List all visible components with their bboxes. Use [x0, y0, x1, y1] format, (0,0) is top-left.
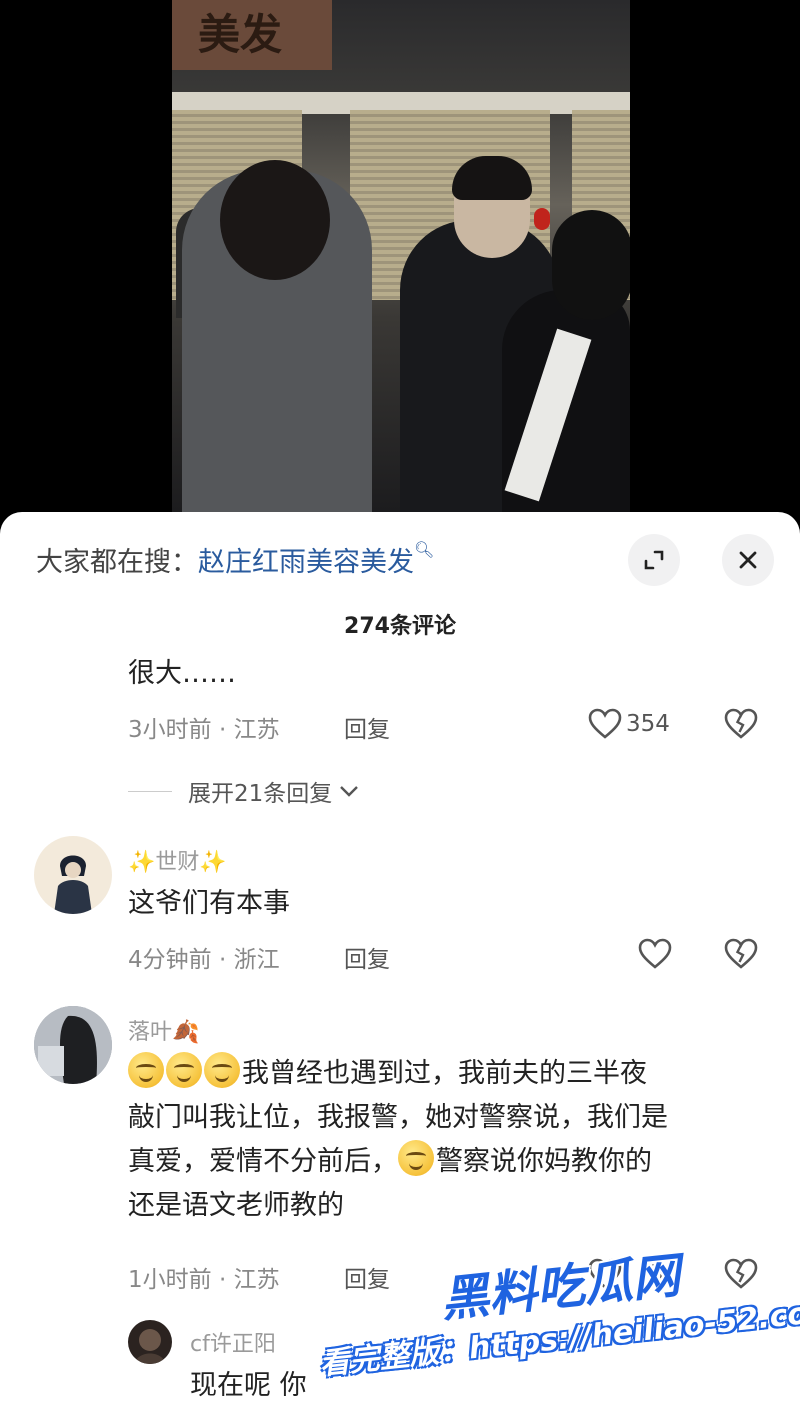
video-frame: 美发	[172, 0, 630, 512]
close-button[interactable]	[722, 534, 774, 586]
username[interactable]: cf许正阳	[190, 1326, 276, 1358]
expand-icon	[644, 550, 664, 570]
reply-button[interactable]: 回复	[344, 1260, 390, 1294]
close-icon	[739, 551, 757, 569]
fullscreen-button[interactable]	[628, 534, 680, 586]
chevron-down-icon	[340, 786, 359, 797]
woman-hair	[220, 160, 330, 280]
search-icon: 🔍︎	[414, 540, 435, 559]
comment-line: 我曾经也遇到过，我前夫的三半夜	[128, 1052, 778, 1096]
heart-icon	[588, 708, 622, 739]
search-prefix: 大家都在搜：	[36, 547, 198, 578]
comment-meta: 4分钟前 · 浙江	[128, 947, 280, 973]
comment-meta: 3小时前 · 江苏	[128, 717, 280, 743]
comment-text: 我曾经也遇到过，我前夫的三半夜 敲门叫我让位，我报警，她对警察说，我们是 真爱，…	[128, 1052, 778, 1228]
comment-line: 真爱，爱情不分前后， 警察说你妈教你的	[128, 1140, 778, 1184]
comment-text: 很大……	[128, 658, 236, 689]
comment-location: 江苏	[233, 1267, 280, 1293]
username[interactable]: ✨世财✨	[128, 844, 227, 876]
divider-line	[128, 790, 172, 792]
lantern	[534, 208, 550, 230]
broken-heart-icon	[724, 708, 758, 739]
heart-icon	[638, 938, 672, 969]
avatar[interactable]	[34, 836, 112, 914]
expand-replies-label: 展开21条回复	[188, 781, 333, 807]
comment-time: 1小时前	[128, 1267, 212, 1293]
like-count: 354	[626, 711, 670, 737]
comment-time: 4分钟前	[128, 947, 212, 973]
comment-location: 江苏	[233, 717, 280, 743]
comment-meta: 1小时前 · 江苏	[128, 1267, 280, 1293]
search-suggestion[interactable]: 大家都在搜：赵庄红雨美容美发🔍︎	[36, 540, 434, 579]
comment-line: 还是语文老师教的	[128, 1190, 344, 1221]
comment-location: 浙江	[233, 947, 280, 973]
woman-right-hair	[552, 210, 630, 320]
avatar-figure	[54, 855, 92, 914]
avatar[interactable]	[128, 1320, 172, 1364]
comment-text: 现在呢 你	[190, 1370, 307, 1401]
expand-replies[interactable]: 展开21条回复	[128, 774, 360, 808]
smile-emoji-icon	[204, 1052, 240, 1088]
broken-heart-icon	[724, 1258, 758, 1289]
comment-count: 274条评论	[344, 614, 456, 639]
dislike-button[interactable]	[724, 938, 758, 974]
search-query-link[interactable]: 赵庄红雨美容美发	[198, 547, 414, 578]
reply-button[interactable]: 回复	[344, 940, 390, 974]
avatar-photo	[134, 1329, 166, 1364]
smile-emoji-icon	[166, 1052, 202, 1088]
like-button[interactable]	[638, 938, 672, 970]
dislike-button[interactable]	[724, 1258, 758, 1294]
comment-text: 这爷们有本事	[128, 888, 290, 919]
avatar-photo	[34, 1006, 112, 1084]
video-player[interactable]: 美发	[0, 0, 800, 540]
reply-button[interactable]: 回复	[344, 710, 390, 744]
comment-time: 3小时前	[128, 717, 212, 743]
comment-line: 敲门叫我让位，我报警，她对警察说，我们是	[128, 1102, 668, 1133]
smile-emoji-icon	[398, 1140, 434, 1176]
username[interactable]: 落叶🍂	[128, 1014, 199, 1046]
broken-heart-icon	[724, 938, 758, 969]
dislike-button[interactable]	[724, 708, 758, 744]
smile-emoji-icon	[128, 1052, 164, 1088]
shop-sign: 美发	[172, 0, 332, 70]
avatar[interactable]	[34, 1006, 112, 1084]
like-button[interactable]: 354	[588, 708, 670, 740]
